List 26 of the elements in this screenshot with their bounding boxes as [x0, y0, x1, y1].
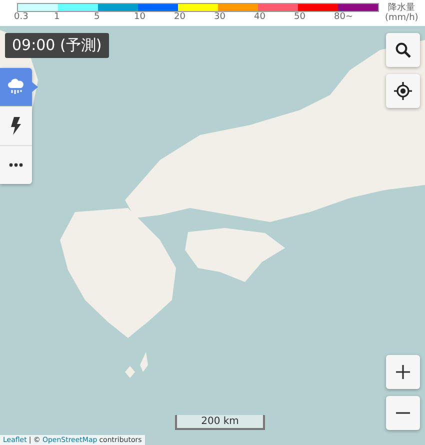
island-shape	[140, 352, 148, 372]
lightning-icon	[10, 117, 22, 135]
more-dots-icon	[9, 163, 23, 167]
rain-cloud-icon	[7, 78, 25, 96]
scale-label: 5	[94, 12, 101, 22]
scale-label: 10	[134, 12, 146, 22]
location-target-icon	[394, 82, 412, 100]
scale-label: 50	[294, 12, 306, 22]
plus-icon	[396, 365, 410, 379]
scale-label: 80~	[334, 12, 354, 22]
scale-label: 0.3	[14, 12, 30, 22]
legend-title: 降水量	[388, 3, 416, 13]
scale-label: 20	[174, 12, 186, 22]
zoom-in-button[interactable]	[386, 355, 420, 389]
forecast-time-badge: 09:00 (予測)	[5, 33, 109, 58]
locate-button[interactable]	[386, 74, 420, 108]
zoom-out-button[interactable]	[386, 396, 420, 430]
scale-label: 30	[214, 12, 226, 22]
search-icon	[395, 42, 411, 58]
map-scale-bar: 200 km	[175, 415, 265, 430]
island-shape	[125, 366, 135, 378]
minus-icon	[396, 412, 410, 414]
scale-label: 1	[54, 12, 61, 22]
legend-unit: (mm/h)	[385, 13, 418, 23]
search-button[interactable]	[386, 33, 420, 67]
scale-label: 40	[254, 12, 266, 22]
